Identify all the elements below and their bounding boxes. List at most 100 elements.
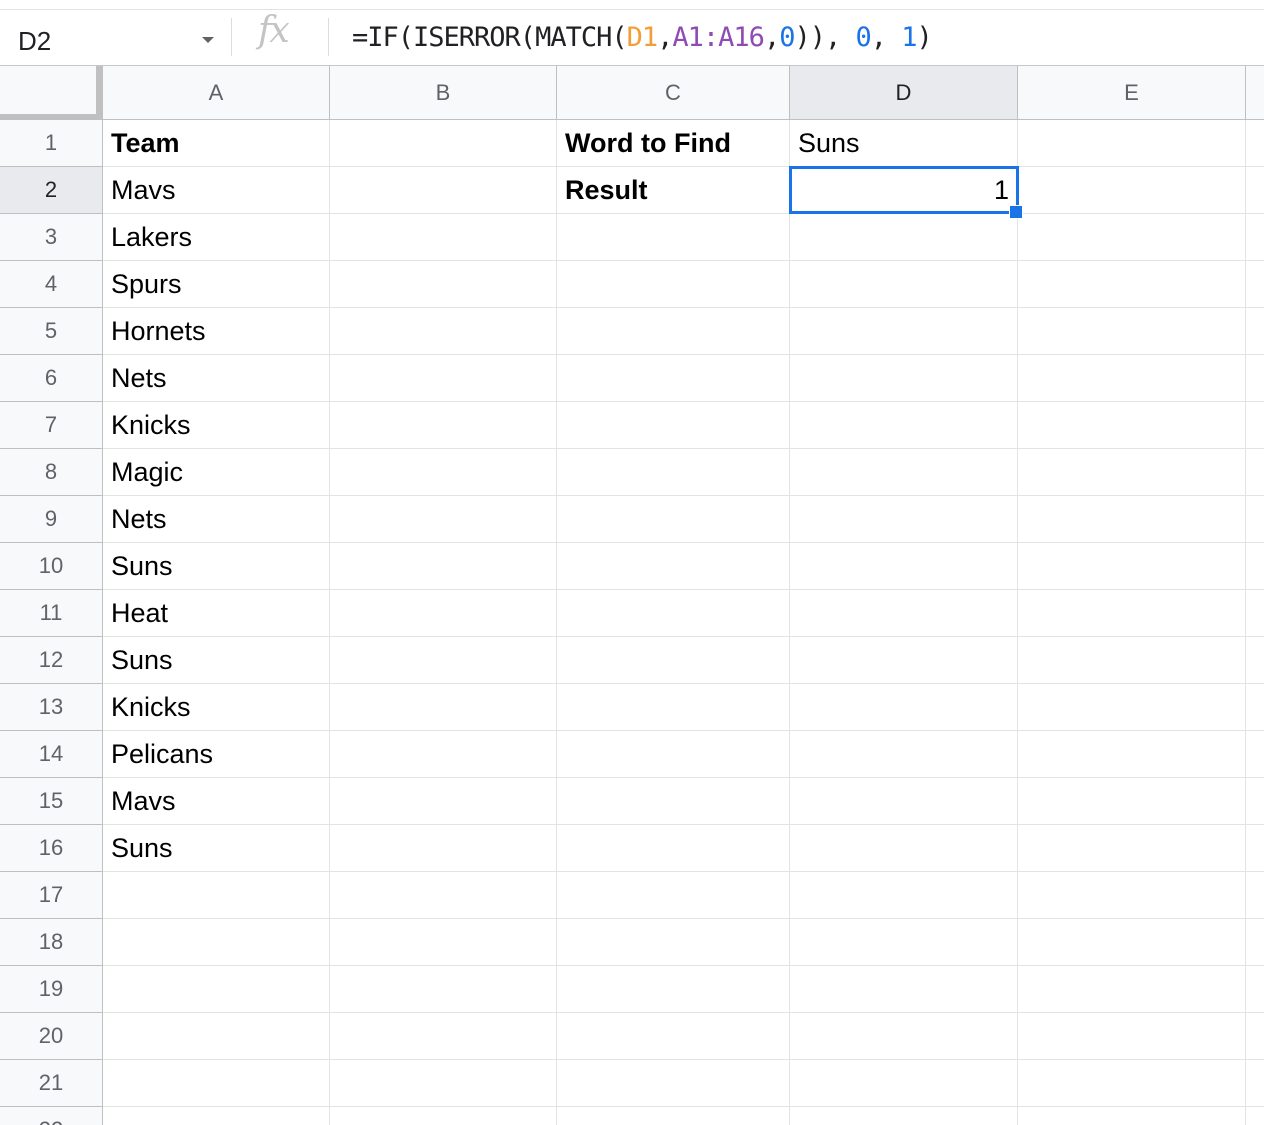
cell-f10[interactable] xyxy=(1246,543,1264,590)
row-header-13[interactable]: 13 xyxy=(0,684,103,731)
cell-d8[interactable] xyxy=(790,449,1018,496)
cell-c3[interactable] xyxy=(557,214,790,261)
cell-a2[interactable]: Mavs xyxy=(103,167,330,214)
row-header-18[interactable]: 18 xyxy=(0,919,103,966)
cell-a1[interactable]: Team xyxy=(103,120,330,167)
cell-f16[interactable] xyxy=(1246,825,1264,872)
cell-c10[interactable] xyxy=(557,543,790,590)
cell-d13[interactable] xyxy=(790,684,1018,731)
cell-d5[interactable] xyxy=(790,308,1018,355)
cell-e12[interactable] xyxy=(1018,637,1246,684)
cell-b5[interactable] xyxy=(330,308,557,355)
row-header-11[interactable]: 11 xyxy=(0,590,103,637)
column-header-c[interactable]: C xyxy=(557,66,790,119)
cell-d11[interactable] xyxy=(790,590,1018,637)
column-header-f[interactable] xyxy=(1246,66,1264,119)
cell-e20[interactable] xyxy=(1018,1013,1246,1060)
cell-c16[interactable] xyxy=(557,825,790,872)
row-header-4[interactable]: 4 xyxy=(0,261,103,308)
cell-e7[interactable] xyxy=(1018,402,1246,449)
cell-b8[interactable] xyxy=(330,449,557,496)
cell-b15[interactable] xyxy=(330,778,557,825)
cell-b7[interactable] xyxy=(330,402,557,449)
cell-e6[interactable] xyxy=(1018,355,1246,402)
cell-a17[interactable] xyxy=(103,872,330,919)
cell-c6[interactable] xyxy=(557,355,790,402)
cell-d14[interactable] xyxy=(790,731,1018,778)
cell-e15[interactable] xyxy=(1018,778,1246,825)
cell-f17[interactable] xyxy=(1246,872,1264,919)
cell-c4[interactable] xyxy=(557,261,790,308)
cell-b17[interactable] xyxy=(330,872,557,919)
cell-d7[interactable] xyxy=(790,402,1018,449)
cell-b4[interactable] xyxy=(330,261,557,308)
cell-d4[interactable] xyxy=(790,261,1018,308)
cell-b20[interactable] xyxy=(330,1013,557,1060)
cell-d22[interactable] xyxy=(790,1107,1018,1125)
cell-d20[interactable] xyxy=(790,1013,1018,1060)
cell-b10[interactable] xyxy=(330,543,557,590)
cell-f8[interactable] xyxy=(1246,449,1264,496)
row-header-2[interactable]: 2 xyxy=(0,167,103,214)
cell-b18[interactable] xyxy=(330,919,557,966)
cell-a15[interactable]: Mavs xyxy=(103,778,330,825)
cell-b21[interactable] xyxy=(330,1060,557,1107)
cell-b19[interactable] xyxy=(330,966,557,1013)
formula-input[interactable]: =IF(ISERROR(MATCH(D1,A1:A16,0)), 0, 1) xyxy=(352,22,933,53)
cell-f11[interactable] xyxy=(1246,590,1264,637)
cell-f1[interactable] xyxy=(1246,120,1264,167)
cell-e10[interactable] xyxy=(1018,543,1246,590)
cell-e21[interactable] xyxy=(1018,1060,1246,1107)
cell-e11[interactable] xyxy=(1018,590,1246,637)
chevron-down-icon[interactable] xyxy=(202,37,214,43)
cell-e9[interactable] xyxy=(1018,496,1246,543)
cell-c14[interactable] xyxy=(557,731,790,778)
cell-d19[interactable] xyxy=(790,966,1018,1013)
cell-f4[interactable] xyxy=(1246,261,1264,308)
column-header-b[interactable]: B xyxy=(330,66,557,119)
cell-c21[interactable] xyxy=(557,1060,790,1107)
cell-a10[interactable]: Suns xyxy=(103,543,330,590)
cell-e18[interactable] xyxy=(1018,919,1246,966)
cell-b9[interactable] xyxy=(330,496,557,543)
cell-a19[interactable] xyxy=(103,966,330,1013)
cell-b16[interactable] xyxy=(330,825,557,872)
row-header-16[interactable]: 16 xyxy=(0,825,103,872)
cell-a8[interactable]: Magic xyxy=(103,449,330,496)
cell-f14[interactable] xyxy=(1246,731,1264,778)
cell-c13[interactable] xyxy=(557,684,790,731)
cell-c19[interactable] xyxy=(557,966,790,1013)
cell-a20[interactable] xyxy=(103,1013,330,1060)
cell-b3[interactable] xyxy=(330,214,557,261)
cell-e14[interactable] xyxy=(1018,731,1246,778)
cell-d17[interactable] xyxy=(790,872,1018,919)
cell-a5[interactable]: Hornets xyxy=(103,308,330,355)
cell-d15[interactable] xyxy=(790,778,1018,825)
cell-b12[interactable] xyxy=(330,637,557,684)
cell-e13[interactable] xyxy=(1018,684,1246,731)
row-header-19[interactable]: 19 xyxy=(0,966,103,1013)
cell-c7[interactable] xyxy=(557,402,790,449)
row-header-7[interactable]: 7 xyxy=(0,402,103,449)
name-box[interactable]: D2 xyxy=(0,10,230,65)
cell-a18[interactable] xyxy=(103,919,330,966)
cell-c1[interactable]: Word to Find xyxy=(557,120,790,167)
cell-d9[interactable] xyxy=(790,496,1018,543)
cell-c12[interactable] xyxy=(557,637,790,684)
row-header-10[interactable]: 10 xyxy=(0,543,103,590)
cell-d2[interactable]: 1 xyxy=(790,167,1018,214)
cell-e19[interactable] xyxy=(1018,966,1246,1013)
row-header-21[interactable]: 21 xyxy=(0,1060,103,1107)
row-header-12[interactable]: 12 xyxy=(0,637,103,684)
cell-f9[interactable] xyxy=(1246,496,1264,543)
cell-f15[interactable] xyxy=(1246,778,1264,825)
row-header-9[interactable]: 9 xyxy=(0,496,103,543)
cell-c17[interactable] xyxy=(557,872,790,919)
cell-e5[interactable] xyxy=(1018,308,1246,355)
cell-c2[interactable]: Result xyxy=(557,167,790,214)
cell-f22[interactable] xyxy=(1246,1107,1264,1125)
cell-f12[interactable] xyxy=(1246,637,1264,684)
cell-d1[interactable]: Suns xyxy=(790,120,1018,167)
cell-a12[interactable]: Suns xyxy=(103,637,330,684)
cell-f13[interactable] xyxy=(1246,684,1264,731)
